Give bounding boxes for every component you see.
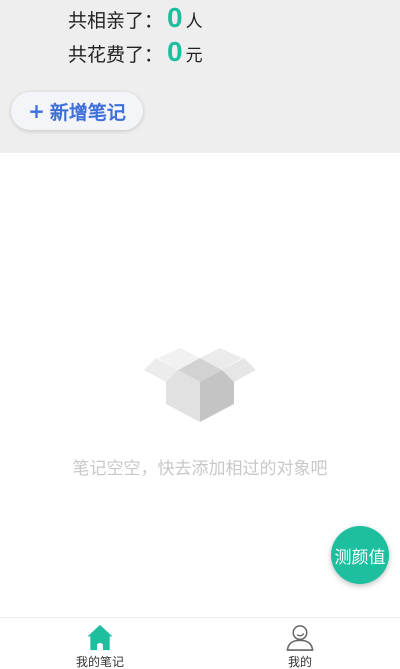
dates-count-row: 共相亲了： 0 人 xyxy=(68,2,203,34)
cost-total-row: 共花费了： 0 元 xyxy=(68,36,203,68)
face-score-button[interactable]: 测颜值 xyxy=(331,526,389,584)
plus-icon: + xyxy=(28,99,45,123)
empty-state-text: 笔记空空，快去添加相过的对象吧 xyxy=(72,459,328,479)
add-note-label: 新增笔记 xyxy=(49,101,126,124)
stats-panel: 共相亲了： 0 人 共花费了： 0 元 + 新增笔记 xyxy=(0,0,400,153)
dates-count-unit: 人 xyxy=(185,12,203,32)
tab-my-notes-label: 我的笔记 xyxy=(75,655,124,669)
dates-count-value: 0 xyxy=(167,2,183,33)
user-icon xyxy=(286,625,314,651)
tab-mine[interactable]: 我的 xyxy=(240,618,360,669)
tab-mine-label: 我的 xyxy=(287,655,312,669)
cost-total-label: 共花费了： xyxy=(68,44,164,66)
cost-total-value: 0 xyxy=(167,36,183,67)
cost-total-unit: 元 xyxy=(185,46,203,66)
home-icon xyxy=(87,624,113,651)
add-note-button[interactable]: + 新增笔记 xyxy=(11,92,143,130)
bottom-tab-bar: 我的笔记 我的 xyxy=(0,617,400,669)
empty-box-icon xyxy=(144,348,256,422)
dates-count-label: 共相亲了： xyxy=(68,10,164,32)
tab-my-notes[interactable]: 我的笔记 xyxy=(40,618,160,669)
